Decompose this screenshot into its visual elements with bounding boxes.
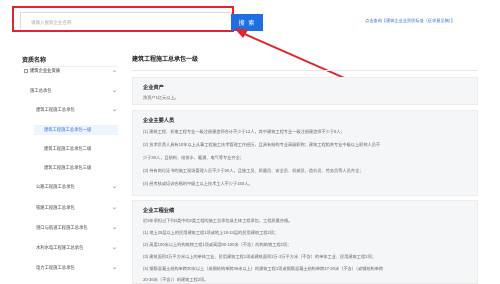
section-line: (2) 高度100米以上的构筑物工程1项或高度80-100米（不含）的构筑物工程… [143, 242, 292, 247]
highlight-annotation [12, 6, 234, 32]
section-line: 少于30人，且结构、给排水、暖通、电气等专业齐全； [143, 155, 244, 160]
section-title: 企业主要人员 [143, 118, 175, 124]
section-line: (4) 钢筋混凝土结构单跨30米以上（或钢结构单跨36米以上）的建筑工程1项或钢… [143, 266, 384, 271]
section-card-performance: 企业工程业绩 近5年承担过下列4类中的2类工程的施工总承包或主体工程承包，工程质… [132, 200, 478, 284]
chevron-down-icon[interactable] [112, 206, 117, 211]
chevron-down-icon[interactable] [112, 108, 117, 113]
sidebar-item-railway[interactable]: 铁路工程施工总承包 [36, 205, 75, 211]
chevron-down-icon[interactable] [112, 185, 117, 190]
sidebar-item-general-contracting[interactable]: 施工总承包 [30, 88, 51, 94]
sidebar-item-grade-3[interactable]: 建筑工程施工总承包三级 [44, 165, 91, 171]
sidebar-title: 资质名称 [22, 58, 47, 64]
section-line: (2) 技术负责人具有10年以上从事工程施工技术管理工作经历，且具有结构专业高级… [143, 142, 381, 147]
sidebar-item-building-construction[interactable]: 建筑工程施工总承包 [36, 107, 75, 113]
list-icon [24, 68, 28, 73]
chevron-down-icon[interactable] [112, 266, 117, 271]
sidebar-item-grade-2[interactable]: 建筑工程施工总承包二级 [44, 146, 91, 152]
chevron-down-icon[interactable] [112, 226, 117, 231]
sidebar-item-qualification[interactable]: 建筑企业业资质 [24, 68, 60, 74]
sidebar-item-hydropower[interactable]: 水利水电工程施工总承包 [36, 245, 83, 251]
sidebar-divider [22, 66, 118, 67]
section-card-personnel: 企业主要人员 (1) 建筑工程、机电工程专业一级注册建造师合计不少于12人，其中… [132, 110, 478, 196]
section-title: 企业资产 [143, 85, 164, 91]
section-line: (3) 建筑面积3万平方米以上的单体工业、民用建筑工程1项或建筑面积2万-3万平… [143, 254, 376, 259]
chevron-down-icon[interactable] [112, 246, 117, 251]
section-line: 近5年承担过下列4类中的2类工程的施工总承包或主体工程承包，工程质量合格。 [143, 218, 293, 223]
search-button[interactable]: 搜 索 [231, 14, 263, 31]
main-content: 建筑工程施工总承包一级 企业资产 净资产1亿元以上。 企业主要人员 (1) 建筑… [132, 48, 478, 284]
sidebar-item-highway[interactable]: 公路工程施工总承包 [36, 184, 75, 190]
section-line: 净资产1亿元以上。 [143, 95, 179, 100]
section-line: 30-36米（不含））的建筑工程2项。 [143, 277, 209, 282]
title-divider [132, 70, 478, 71]
standard-query-link[interactable]: 点击查询【建筑企业业资质标准（征求意见稿）】 [365, 18, 455, 24]
section-card-assets: 企业资产 净资产1亿元以上。 [132, 77, 478, 105]
chevron-down-icon[interactable] [112, 89, 117, 94]
section-line: (1) 建筑工程、机电工程专业一级注册建造师合计不少于12人，其中建筑工程专业一… [143, 129, 345, 134]
sidebar-item-port-waterway[interactable]: 港口与航道工程施工总承包 [36, 225, 88, 231]
section-title: 企业工程业绩 [143, 208, 175, 214]
sidebar-item-electric-power[interactable]: 电力工程施工总承包 [36, 265, 75, 271]
page-title: 建筑工程施工总承包一级 [132, 57, 199, 63]
section-line: (1) 地上25层以上的民用建筑工程1项或地上18-24层的民用建筑工程2项； [143, 230, 279, 235]
section-line: (3) 持有岗位证书的施工现场管理人员不少于50人，且施工员、质量员、安全员、机… [143, 168, 364, 173]
sidebar: 资质名称 建筑企业业资质 施工总承包 建筑工程施工总承包 建筑工程施工总承包一级… [14, 48, 124, 284]
section-line: (4) 经考核或培训合格的中级工以上技术工人不少于150人。 [143, 181, 253, 186]
chevron-down-icon[interactable] [112, 69, 117, 74]
sidebar-item-grade-1[interactable]: 建筑工程施工总承包一级 [44, 127, 91, 133]
